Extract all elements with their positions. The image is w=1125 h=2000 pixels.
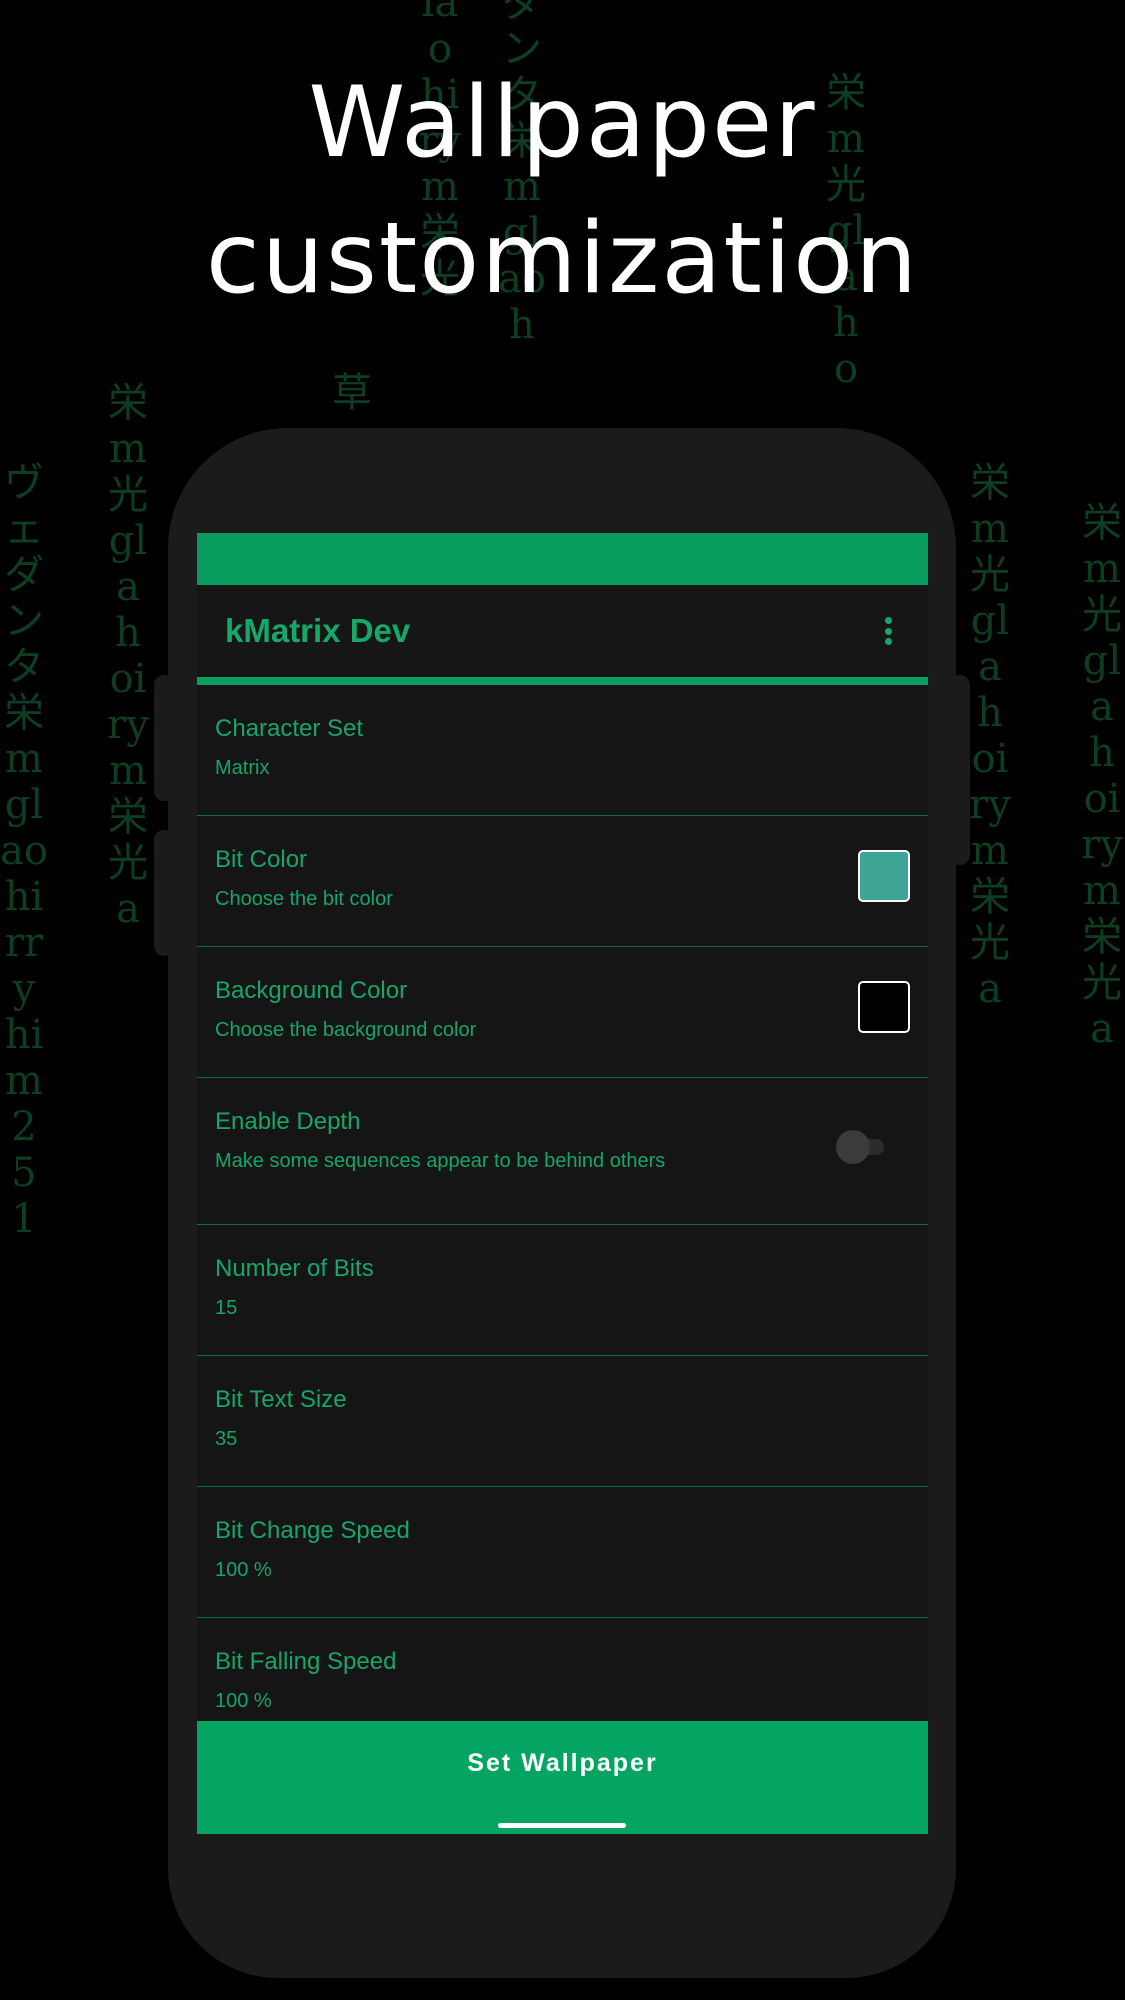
pref-title: Bit Text Size <box>215 1386 347 1413</box>
enable-depth-toggle[interactable] <box>836 1130 890 1164</box>
pref-title: Bit Change Speed <box>215 1517 410 1544</box>
headline-line-1: Wallpaper <box>308 66 817 180</box>
bit-color-swatch[interactable] <box>858 850 910 902</box>
pref-summary: Make some sequences appear to be behind … <box>215 1150 666 1172</box>
pref-summary: Choose the background color <box>215 1019 477 1041</box>
status-bar <box>197 533 928 585</box>
pref-title: Bit Falling Speed <box>215 1648 397 1675</box>
headline-line-2: customization <box>205 202 920 316</box>
background-color-swatch[interactable] <box>858 981 910 1033</box>
pref-number-of-bits[interactable]: Number of Bits 15 <box>197 1225 928 1356</box>
pref-summary: 100 % <box>215 1690 272 1712</box>
home-indicator <box>498 1823 626 1828</box>
pref-bit-change-speed[interactable]: Bit Change Speed 100 % <box>197 1487 928 1618</box>
pref-summary: Choose the bit color <box>215 888 393 910</box>
preference-list: Character Set Matrix Bit Color Choose th… <box>197 685 928 1749</box>
matrix-rain-column: ヴェダンタ栄mglaohirryhim251 <box>0 460 48 1242</box>
set-wallpaper-label: Set Wallpaper <box>467 1749 658 1777</box>
page-headline: Wallpaper customization <box>0 55 1125 327</box>
pref-enable-depth[interactable]: Enable Depth Make some sequences appear … <box>197 1078 928 1225</box>
matrix-rain-column: 草 <box>332 370 372 416</box>
pref-background-color[interactable]: Background Color Choose the background c… <box>197 947 928 1078</box>
matrix-rain-column: 栄m光glahoirym栄光a <box>1081 500 1123 1052</box>
app-title: kMatrix Dev <box>225 612 411 649</box>
toggle-thumb <box>836 1130 870 1164</box>
pref-summary: 35 <box>215 1428 238 1450</box>
pref-bit-text-size[interactable]: Bit Text Size 35 <box>197 1356 928 1487</box>
set-wallpaper-button[interactable]: Set Wallpaper <box>197 1721 928 1834</box>
pref-bit-color[interactable]: Bit Color Choose the bit color <box>197 816 928 947</box>
matrix-rain-column: 栄m光glahoirym栄光a <box>107 380 149 932</box>
pref-summary: Matrix <box>215 757 270 779</box>
pref-title: Character Set <box>215 715 364 742</box>
app-screen: kMatrix Dev Character Set Matrix Bit Col… <box>197 533 928 1834</box>
app-toolbar: kMatrix Dev <box>197 585 928 685</box>
pref-title: Bit Color <box>215 846 308 873</box>
pref-summary: 100 % <box>215 1559 272 1581</box>
more-vert-icon[interactable] <box>876 611 900 651</box>
pref-character-set[interactable]: Character Set Matrix <box>197 685 928 816</box>
pref-summary: 15 <box>215 1297 238 1319</box>
matrix-rain-column: 栄m光glahoirym栄光a <box>969 460 1011 1012</box>
pref-title: Enable Depth <box>215 1108 361 1135</box>
pref-title: Number of Bits <box>215 1255 374 1282</box>
pref-title: Background Color <box>215 977 408 1004</box>
